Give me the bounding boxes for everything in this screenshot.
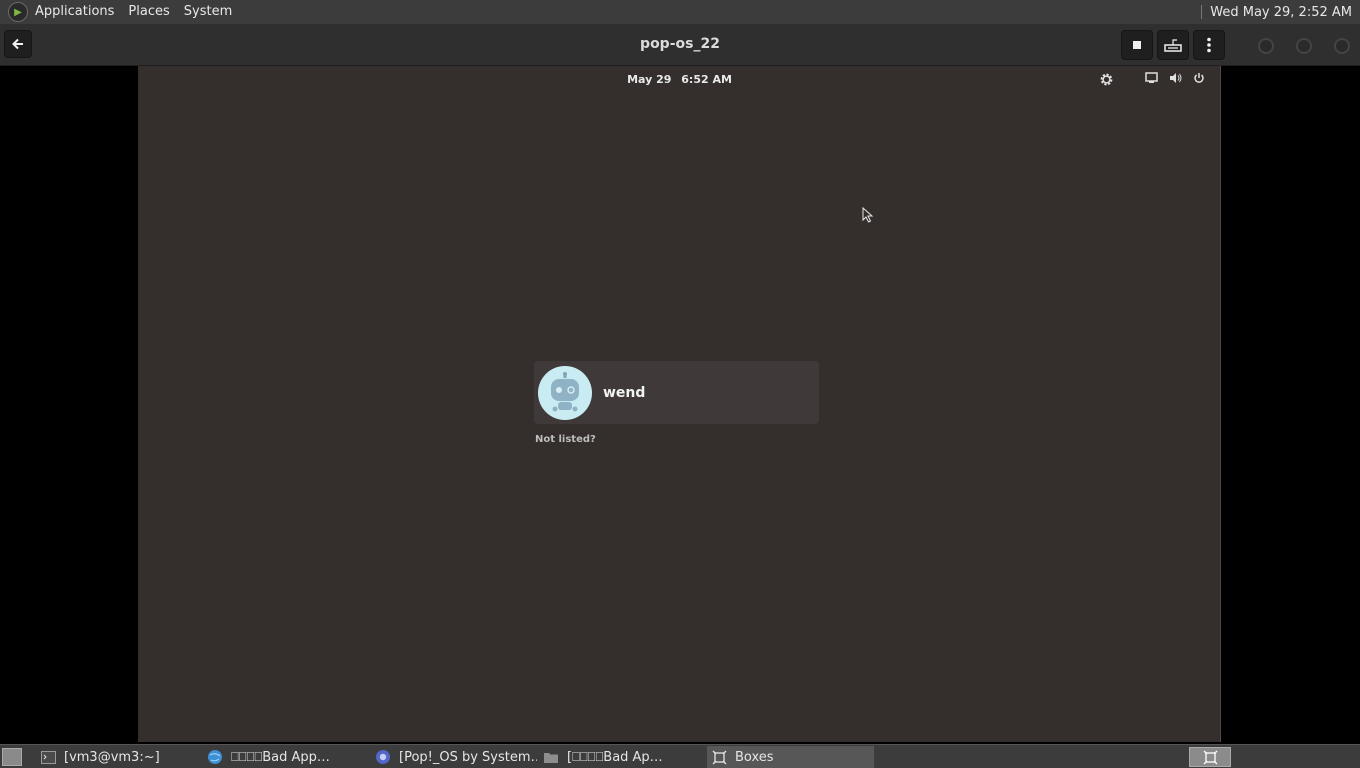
back-arrow-icon [12,38,23,50]
taskbar-item-boxes[interactable]: Boxes [707,746,874,768]
window-title: pop-os_22 [640,36,720,52]
panel-separator [1201,5,1203,19]
volume-icon[interactable] [1168,71,1182,85]
system-menu[interactable]: System [177,0,239,24]
back-button[interactable] [4,30,32,58]
boxes-headerbar: pop-os_22 [0,24,1360,66]
vm-clock[interactable]: May 29 6:52 AM [138,73,1221,86]
taskbar-item-browser-pop-os[interactable]: [Pop!_OS by System… [371,746,537,768]
mouse-cursor-icon [862,207,874,223]
user-list-item[interactable]: wend [534,361,819,424]
taskbar-item-terminal[interactable]: [vm3@vm3:~] [36,746,201,768]
applications-menu[interactable]: Applications [28,0,121,24]
minimize-button[interactable] [1258,38,1274,54]
vertical-dots-icon [1207,37,1211,53]
places-menu[interactable]: Places [121,0,176,24]
taskbar-item-files[interactable]: [⎕⎕⎕⎕Bad Ap… [539,746,705,768]
top-panel: ▶ Applications Places System Wed May 29,… [0,0,1360,24]
not-listed-link[interactable]: Not listed? [535,434,596,445]
power-icon[interactable] [1192,71,1206,85]
task-label: [Pop!_OS by System… [399,749,537,765]
tray-boxes-icon[interactable] [1189,747,1231,767]
panel-clock-area: Wed May 29, 2:52 AM [1201,0,1360,24]
taskbar-item-browser[interactable]: ⎕⎕⎕⎕Bad App… [203,746,369,768]
terminal-icon [40,749,56,765]
distro-logo-icon[interactable]: ▶ [8,2,28,22]
panel-clock[interactable]: Wed May 29, 2:52 AM [1210,5,1352,20]
vm-time: 6:52 AM [681,73,732,86]
stop-button[interactable] [1121,30,1153,60]
browser-icon [375,749,391,765]
globe-icon [207,749,223,765]
task-label: [vm3@vm3:~] [64,749,160,765]
task-label: ⎕⎕⎕⎕Bad App… [231,749,330,765]
avatar [538,365,592,420]
keyboard-icon [1164,39,1182,52]
vm-date: May 29 [627,73,672,86]
taskbar: [vm3@vm3:~] ⎕⎕⎕⎕Bad App… [Pop!_OS by Sys… [0,744,1360,768]
robot-avatar-icon [551,371,579,411]
task-label: [⎕⎕⎕⎕Bad Ap… [567,749,663,765]
menu-button[interactable] [1193,30,1225,60]
close-button[interactable] [1334,38,1350,54]
task-label: Boxes [735,749,774,765]
vm-display[interactable]: May 29 6:52 AM wend Not listed? [138,66,1221,742]
maximize-button[interactable] [1296,38,1312,54]
user-name: wend [603,384,646,401]
show-desktop-button[interactable] [2,748,22,766]
network-icon[interactable] [1144,71,1158,85]
settings-gear-icon[interactable] [1098,71,1114,87]
boxes-icon [711,749,727,765]
folder-icon [543,749,559,765]
stop-icon [1133,41,1141,49]
panel-menu: ▶ Applications Places System [0,0,239,24]
send-keys-button[interactable] [1157,30,1189,60]
